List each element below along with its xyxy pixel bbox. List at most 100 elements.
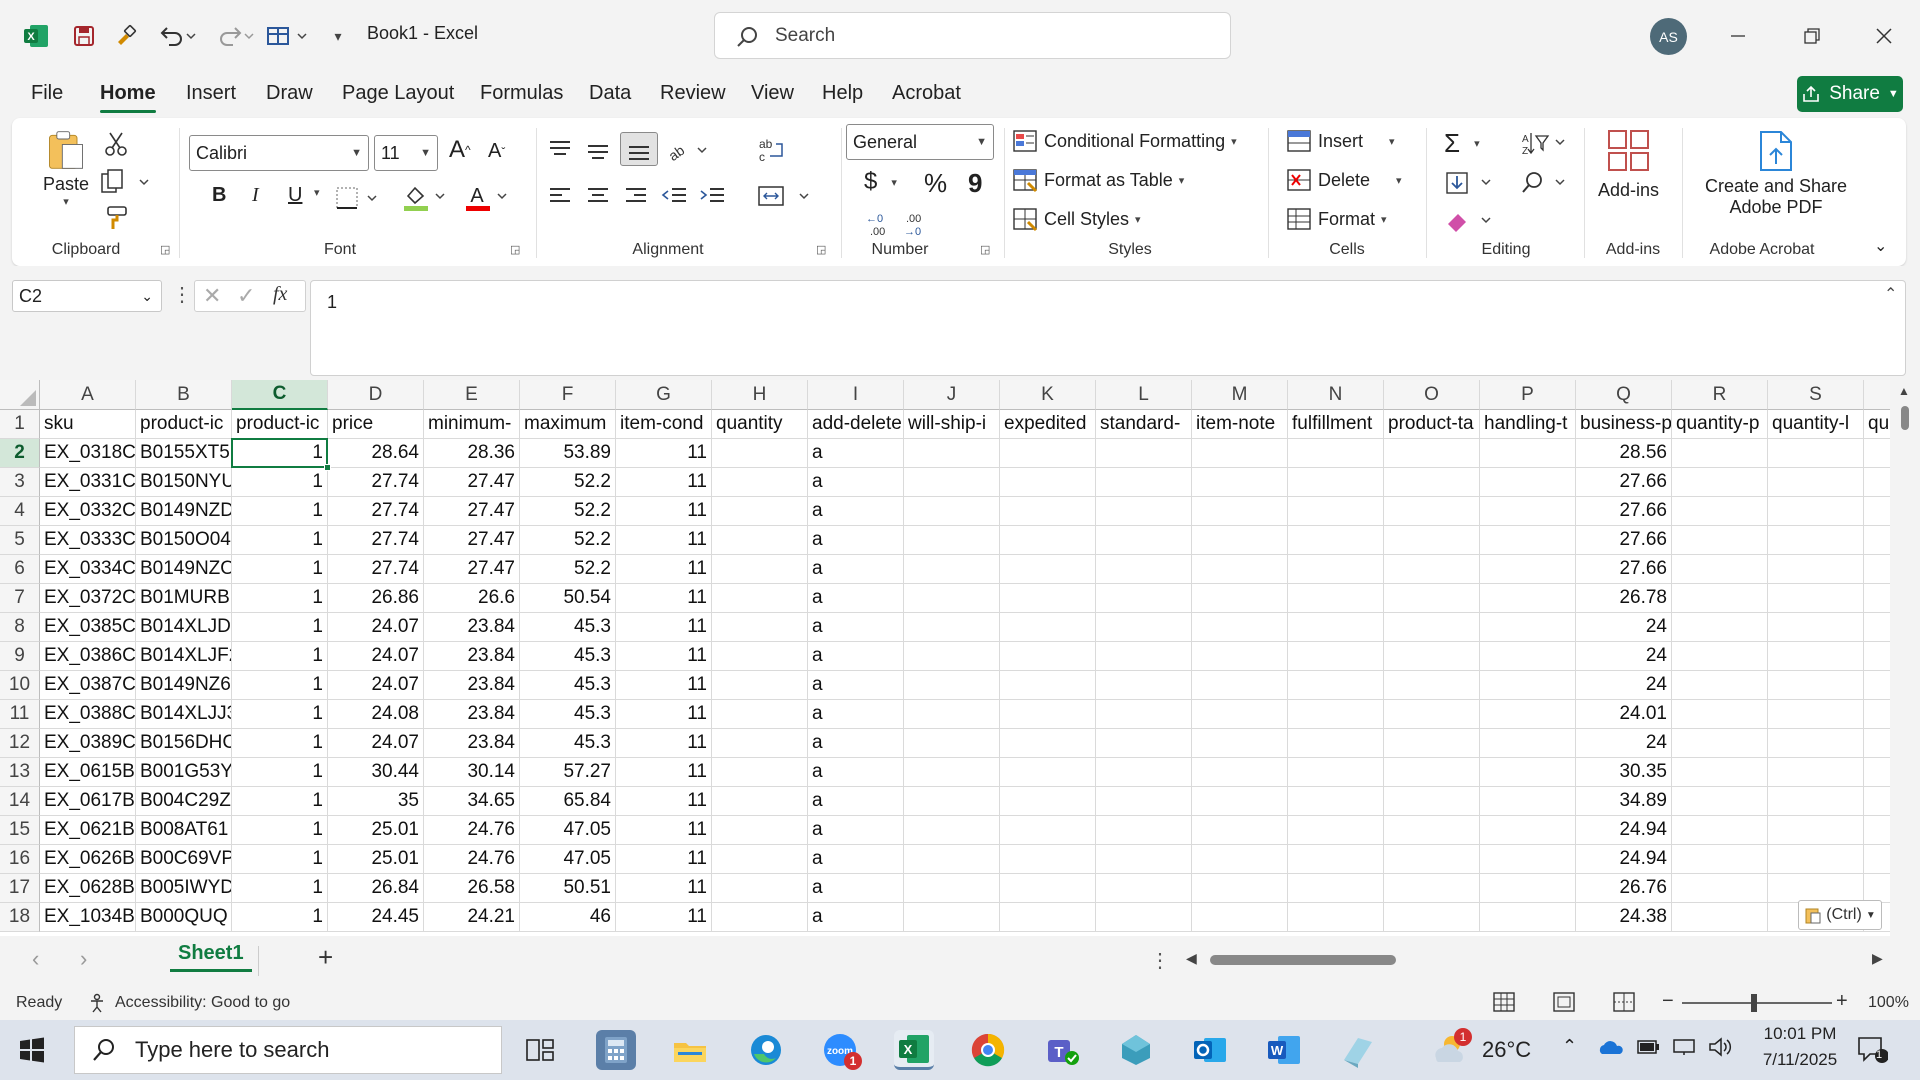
cell[interactable]: 52.2 [520,497,616,526]
sheet-tab[interactable]: Sheet1 [170,942,252,972]
column-header-s[interactable]: S [1768,380,1864,410]
cell[interactable]: 24.07 [328,671,424,700]
cell[interactable] [712,903,808,932]
cell[interactable]: B014XLJF2 [136,642,232,671]
cell[interactable] [1096,729,1192,758]
cell[interactable] [1768,700,1864,729]
network-icon[interactable] [1672,1038,1698,1061]
task-view-icon[interactable] [520,1030,560,1070]
cell[interactable]: item-note [1192,410,1288,439]
tab-acrobat[interactable]: Acrobat [892,82,961,105]
cell[interactable] [1000,497,1096,526]
more-options-icon[interactable]: ⋮ [1150,948,1170,973]
cell[interactable] [1384,584,1480,613]
page-break-view-icon[interactable] [1612,991,1636,1018]
cell[interactable] [904,642,1000,671]
cell[interactable]: B01MURB [136,584,232,613]
fill-color-button[interactable] [402,182,448,212]
row-header[interactable]: 8 [0,613,40,642]
insert-function-icon[interactable]: fx [273,283,287,306]
cell[interactable]: 24.07 [328,642,424,671]
cell[interactable]: B0149NZ6 [136,671,232,700]
battery-icon[interactable] [1636,1038,1662,1061]
zoom-slider-thumb[interactable] [1751,994,1757,1012]
cell[interactable] [712,584,808,613]
cell[interactable] [1096,439,1192,468]
cell[interactable]: 24.45 [328,903,424,932]
autosum-button[interactable]: Σ ▾ [1444,128,1480,159]
create-share-pdf-button[interactable]: Create and Share Adobe PDF [1696,128,1856,218]
cell[interactable] [1096,700,1192,729]
cell[interactable] [904,787,1000,816]
align-left-icon[interactable] [546,184,574,208]
cell[interactable]: 26.58 [424,874,520,903]
cell[interactable] [1000,671,1096,700]
cell[interactable] [1480,758,1576,787]
cell[interactable]: a [808,555,904,584]
cell[interactable] [1384,903,1480,932]
cell[interactable]: a [808,642,904,671]
dialog-launcher-icon[interactable]: ◲ [160,243,170,256]
cell[interactable]: 11 [616,874,712,903]
outlook-icon[interactable] [1190,1030,1230,1070]
cell[interactable]: 27.47 [424,497,520,526]
cell[interactable]: EX_0617B [40,787,136,816]
cell[interactable]: a [808,787,904,816]
cell[interactable]: EX_0621B [40,816,136,845]
cell[interactable] [1384,787,1480,816]
cell[interactable]: a [808,526,904,555]
cell[interactable]: 24.07 [328,613,424,642]
cell[interactable]: 24.01 [1576,700,1672,729]
cell[interactable]: 24.94 [1576,816,1672,845]
cell[interactable]: maximum [520,410,616,439]
app-icon[interactable] [1116,1030,1156,1070]
cell[interactable]: quantity [712,410,808,439]
tab-home[interactable]: Home [100,82,156,105]
cell[interactable] [904,700,1000,729]
cell[interactable]: 11 [616,613,712,642]
cell[interactable]: 1 [232,729,328,758]
tab-insert[interactable]: Insert [186,82,236,105]
cell[interactable]: 45.3 [520,700,616,729]
cell[interactable] [904,468,1000,497]
cell[interactable]: 23.84 [424,642,520,671]
cell[interactable] [1000,758,1096,787]
cell[interactable] [1768,758,1864,787]
cell[interactable]: 27.66 [1576,555,1672,584]
cell[interactable]: 27.47 [424,555,520,584]
cell[interactable] [1768,468,1864,497]
row-header[interactable]: 10 [0,671,40,700]
column-header-p[interactable]: P [1480,380,1576,410]
cell[interactable]: 26.78 [1576,584,1672,613]
cell[interactable] [1000,613,1096,642]
find-select-button[interactable] [1520,170,1568,196]
row-header[interactable]: 18 [0,903,40,932]
cell[interactable] [1288,642,1384,671]
dialog-launcher-icon[interactable]: ◲ [510,243,520,256]
cell[interactable]: 11 [616,787,712,816]
cell[interactable] [1480,845,1576,874]
column-header-a[interactable]: A [40,380,136,410]
horizontal-scrollbar[interactable]: ◀ ▶ [1186,950,1886,972]
cell[interactable] [904,874,1000,903]
cell[interactable]: EX_0387C [40,671,136,700]
cell[interactable] [1480,671,1576,700]
cell[interactable]: 11 [616,758,712,787]
cell[interactable]: 45.3 [520,613,616,642]
cell[interactable] [1096,671,1192,700]
cell[interactable]: a [808,497,904,526]
cell[interactable]: sku [40,410,136,439]
column-header-r[interactable]: R [1672,380,1768,410]
cell[interactable] [712,845,808,874]
cell[interactable]: 27.47 [424,526,520,555]
cell[interactable]: B014XLJJ3 [136,700,232,729]
merge-center-icon[interactable] [756,182,818,210]
column-header-q[interactable]: Q [1576,380,1672,410]
cell[interactable]: 27.74 [328,468,424,497]
decrease-decimal-icon[interactable]: .00 →0 [902,210,932,238]
cell[interactable]: handling-t [1480,410,1576,439]
cell[interactable]: EX_0628B [40,874,136,903]
cell[interactable]: 24.94 [1576,845,1672,874]
percent-style-button[interactable]: % [924,168,947,199]
cell[interactable]: 11 [616,642,712,671]
